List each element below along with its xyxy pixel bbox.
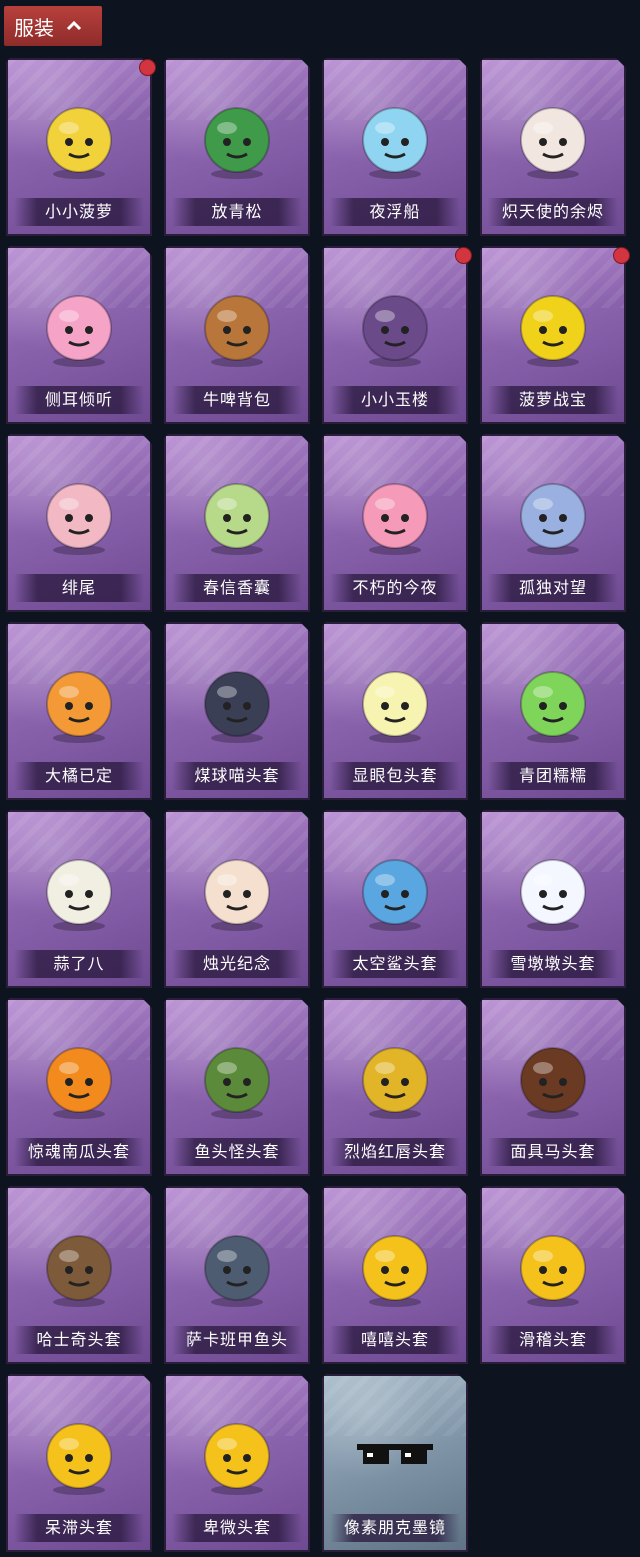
cat-cup-icon <box>351 470 439 558</box>
item-name-label: 大橘已定 <box>14 762 144 790</box>
item-name-label: 不朽的今夜 <box>330 574 460 602</box>
item-card[interactable]: 显眼包头套 <box>322 622 468 800</box>
item-name-label: 烛光纪念 <box>172 950 302 978</box>
item-name-label: 烈焰红唇头套 <box>330 1138 460 1166</box>
orange-slice-head-icon <box>35 658 123 746</box>
item-card[interactable]: 煤球喵头套 <box>164 622 310 800</box>
item-card[interactable]: 卑微头套 <box>164 1374 310 1552</box>
item-name-label: 菠萝战宝 <box>488 386 618 414</box>
lotus-wreath-icon <box>35 282 123 370</box>
funny-emoji-head-icon <box>509 1222 597 1310</box>
item-card[interactable]: 面具马头套 <box>480 998 626 1176</box>
item-name-label: 炽天使的余烬 <box>488 198 618 226</box>
lightbulb-head-icon <box>351 658 439 746</box>
chevron-up-icon[interactable] <box>66 21 82 31</box>
item-name-label: 鱼头怪头套 <box>172 1138 302 1166</box>
item-name-label: 像素朋克墨镜 <box>330 1514 460 1542</box>
item-name-label: 牛啤背包 <box>172 386 302 414</box>
item-card[interactable]: 春信香囊 <box>164 434 310 612</box>
pineapple-costume-icon <box>35 94 123 182</box>
item-card[interactable]: 滑稽头套 <box>480 1186 626 1364</box>
grin-emoji-head-icon <box>351 1222 439 1310</box>
stare-emoji-head-icon <box>35 1410 123 1498</box>
item-card[interactable]: 青团糯糯 <box>480 622 626 800</box>
fish-monster-head-icon <box>193 1034 281 1122</box>
item-name-label: 惊魂南瓜头套 <box>14 1138 144 1166</box>
item-card[interactable]: 牛啤背包 <box>164 246 310 424</box>
garlic-head-icon <box>35 846 123 934</box>
humble-emoji-head-icon <box>193 1410 281 1498</box>
pikachu-head-icon <box>351 1034 439 1122</box>
pixel-sunglasses-icon <box>351 1410 439 1498</box>
item-card[interactable]: 菠萝战宝 <box>480 246 626 424</box>
item-name-label: 夜浮船 <box>330 198 460 226</box>
item-name-label: 滑稽头套 <box>488 1326 618 1354</box>
item-card[interactable]: 呆滞头套 <box>6 1374 152 1552</box>
item-card[interactable]: 炽天使的余烬 <box>480 58 626 236</box>
item-card[interactable]: 太空鲨头套 <box>322 810 468 988</box>
item-card[interactable]: 雪墩墩头套 <box>480 810 626 988</box>
item-name-label: 蒜了八 <box>14 950 144 978</box>
item-card[interactable]: 孤独对望 <box>480 434 626 612</box>
item-card[interactable]: 侧耳倾听 <box>6 246 152 424</box>
pineapple-robot-icon <box>509 282 597 370</box>
item-card[interactable]: 惊魂南瓜头套 <box>6 998 152 1176</box>
item-name-label: 嘻嘻头套 <box>330 1326 460 1354</box>
item-name-label: 太空鲨头套 <box>330 950 460 978</box>
item-card[interactable]: 萨卡班甲鱼头 <box>164 1186 310 1364</box>
item-card[interactable]: 蒜了八 <box>6 810 152 988</box>
sacabambaspis-head-icon <box>193 1222 281 1310</box>
sachet-icon <box>193 470 281 558</box>
doll-charm-icon <box>509 470 597 558</box>
item-card[interactable]: 烛光纪念 <box>164 810 310 988</box>
green-mochi-head-icon <box>509 658 597 746</box>
item-name-label: 显眼包头套 <box>330 762 460 790</box>
item-name-label: 侧耳倾听 <box>14 386 144 414</box>
snowman-head-icon <box>509 846 597 934</box>
item-name-label: 煤球喵头套 <box>172 762 302 790</box>
new-item-dot <box>455 247 472 264</box>
fox-girl-charm-icon <box>35 470 123 558</box>
item-card[interactable]: 夜浮船 <box>322 58 468 236</box>
item-name-label: 放青松 <box>172 198 302 226</box>
item-card[interactable]: 鱼头怪头套 <box>164 998 310 1176</box>
item-card[interactable]: 不朽的今夜 <box>322 434 468 612</box>
angel-doll-icon <box>509 94 597 182</box>
costume-category-tab[interactable]: 服装 <box>4 6 102 46</box>
item-card[interactable]: 像素朋克墨镜 <box>322 1374 468 1552</box>
item-name-label: 春信香囊 <box>172 574 302 602</box>
horse-mask-icon <box>509 1034 597 1122</box>
category-title: 服装 <box>14 15 54 40</box>
item-name-label: 孤独对望 <box>488 574 618 602</box>
candle-head-icon <box>193 846 281 934</box>
item-card[interactable]: 小小玉楼 <box>322 246 468 424</box>
bonsai-pine-icon <box>193 94 281 182</box>
item-name-label: 面具马头套 <box>488 1138 618 1166</box>
item-name-label: 萨卡班甲鱼头 <box>172 1326 302 1354</box>
item-name-label: 卑微头套 <box>172 1514 302 1542</box>
jellyfish-icon <box>351 94 439 182</box>
item-name-label: 哈士奇头套 <box>14 1326 144 1354</box>
item-card[interactable]: 绯尾 <box>6 434 152 612</box>
item-card[interactable]: 放青松 <box>164 58 310 236</box>
beer-barrel-cow-icon <box>193 282 281 370</box>
item-name-label: 青团糯糯 <box>488 762 618 790</box>
item-name-label: 小小菠萝 <box>14 198 144 226</box>
husky-head-icon <box>35 1222 123 1310</box>
hat-doll-icon <box>351 282 439 370</box>
item-name-label: 呆滞头套 <box>14 1514 144 1542</box>
shark-head-icon <box>351 846 439 934</box>
item-card[interactable]: 烈焰红唇头套 <box>322 998 468 1176</box>
item-name-label: 小小玉楼 <box>330 386 460 414</box>
item-card[interactable]: 小小菠萝 <box>6 58 152 236</box>
item-card[interactable]: 哈士奇头套 <box>6 1186 152 1364</box>
pumpkin-head-icon <box>35 1034 123 1122</box>
new-item-dot <box>139 59 156 76</box>
item-name-label: 雪墩墩头套 <box>488 950 618 978</box>
new-item-dot <box>613 247 630 264</box>
item-card[interactable]: 大橘已定 <box>6 622 152 800</box>
item-card[interactable]: 嘻嘻头套 <box>322 1186 468 1364</box>
item-name-label: 绯尾 <box>14 574 144 602</box>
black-cat-head-icon <box>193 658 281 746</box>
